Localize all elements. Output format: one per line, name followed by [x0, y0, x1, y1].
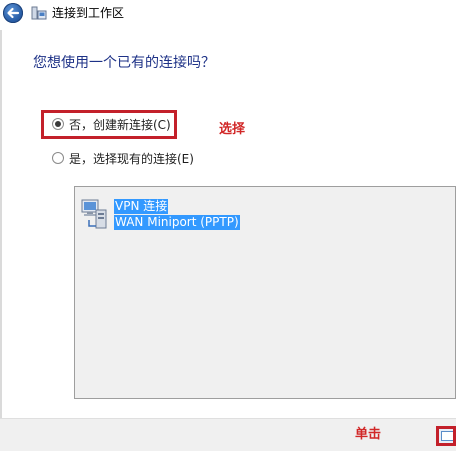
option-use-existing[interactable]: 是，选择现有的连接(E): [52, 151, 194, 167]
next-button-face: [441, 431, 453, 441]
wizard-footer: [0, 418, 456, 451]
connection-name[interactable]: VPN 连接: [114, 199, 169, 214]
title-bar: 连接到工作区: [0, 0, 456, 30]
back-button[interactable]: [3, 3, 23, 23]
network-wizard-icon: [31, 6, 47, 20]
back-arrow-icon: [7, 7, 20, 19]
highlight-annotation-box: [41, 110, 177, 139]
click-annotation: 单击: [355, 427, 382, 442]
radio-use-existing[interactable]: [52, 152, 64, 164]
page-question: 您想使用一个已有的连接吗？: [33, 55, 215, 71]
next-button[interactable]: [436, 426, 456, 446]
window-title: 连接到工作区: [52, 6, 125, 20]
window-left-border: [0, 30, 2, 418]
connection-device[interactable]: WAN Miniport (PPTP): [114, 215, 240, 230]
select-annotation: 选择: [219, 122, 246, 137]
vpn-connection-icon: [81, 199, 107, 229]
option-use-existing-label: 是，选择现有的连接(E): [69, 152, 194, 166]
